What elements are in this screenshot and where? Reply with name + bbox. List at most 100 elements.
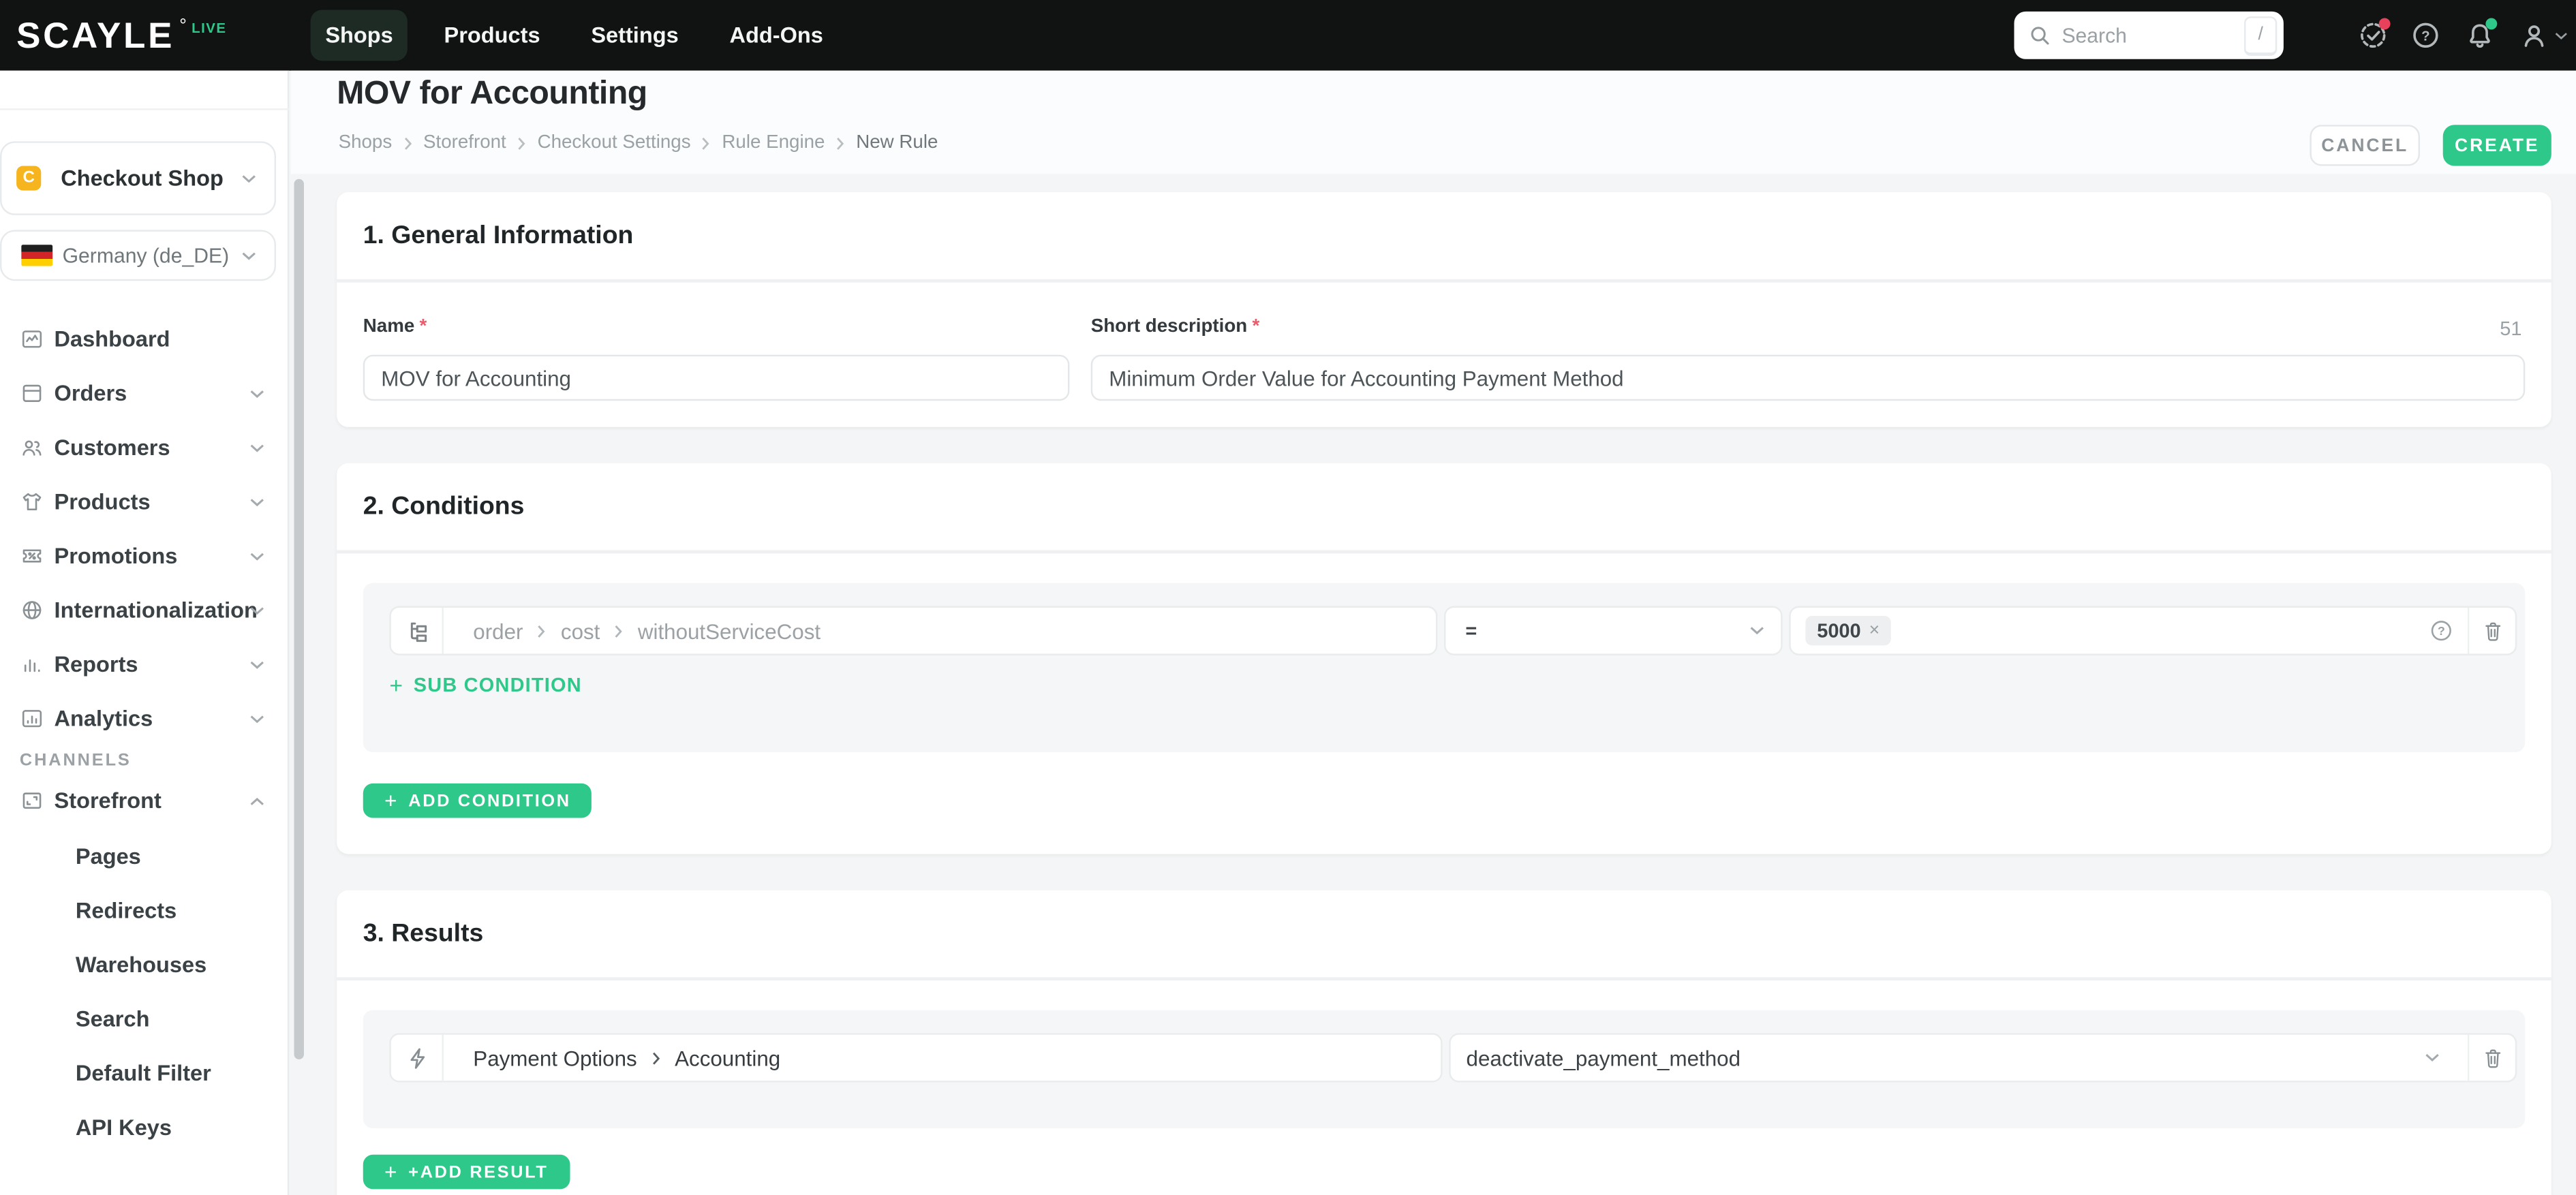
logo-degree-icon: ° [179,15,187,35]
status-tasks-button[interactable] [2359,18,2391,49]
required-asterisk: * [1252,317,1260,337]
chevron-down-icon [250,498,264,506]
tshirt-icon [22,493,42,511]
breadcrumb-checkout-settings[interactable]: Checkout Settings [538,133,691,153]
result-row: Payment Options Accounting deactivate_pa… [389,1033,2517,1083]
short-description-label: Short description * [1090,317,1260,337]
action-value: deactivate_payment_method [1466,1045,1741,1070]
shop-icon: C [16,166,42,191]
sidebar-item-orders[interactable]: Orders [0,367,289,421]
value-chip[interactable]: 5000 × [1805,616,1892,646]
chevron-down-icon [242,174,256,183]
short-description-field[interactable] [1090,354,2526,401]
sidebar-item-warehouses[interactable]: Warehouses [0,938,289,993]
analytics-icon [22,710,42,728]
nav-shops[interactable]: Shops [310,10,408,61]
help-button[interactable]: ? [2412,21,2440,49]
search-input[interactable] [2051,23,2245,47]
nav-addons[interactable]: Add-Ons [715,10,838,61]
shop-name: Checkout Shop [61,166,224,191]
dashboard-icon [22,330,42,348]
results-card: 3. Results Payment Options Accounting de… [337,890,2551,1195]
locale-name: Germany (de_DE) [62,243,230,267]
trash-icon [2485,1049,2500,1068]
breadcrumb-new-rule: New Rule [856,133,938,153]
chevron-down-icon [250,606,264,615]
sidebar-item-analytics[interactable]: Analytics [0,692,289,746]
sidebar-scrollbar[interactable] [294,179,304,1059]
result-path: Payment Options Accounting [473,1045,781,1070]
lightning-icon [391,1034,444,1081]
status-badge [2378,18,2391,30]
breadcrumb-shops[interactable]: Shops [339,133,393,153]
trash-icon [2485,622,2500,641]
condition-group-panel: order cost withoutServiceCost = 5000 × ?… [363,583,2526,753]
svg-text:?: ? [2438,624,2445,638]
chevron-up-icon [250,796,264,805]
sidebar-item-dashboard[interactable]: Dashboard [0,312,289,367]
chevron-right-icon [404,136,412,149]
scayle-logo: SCAYLE ° LIVE [16,0,226,71]
shop-selector[interactable]: C Checkout Shop [0,141,276,215]
app: SCAYLE ° LIVE Shops Products Settings Ad… [0,0,2576,1195]
conditions-card: 2. Conditions order cost withoutServiceC… [337,463,2551,854]
sidebar-item-storefront[interactable]: Storefront [0,773,289,828]
condition-attribute-selector[interactable]: order cost withoutServiceCost [389,606,1438,655]
notifications-badge [2485,18,2498,30]
sidebar-item-pages[interactable]: Pages [0,829,289,884]
sidebar-item-customers[interactable]: Customers [0,420,289,475]
locale-selector[interactable]: Germany (de_DE) [0,230,276,281]
notifications-bell-button[interactable] [2466,18,2498,49]
sidebar-item-internationalization[interactable]: Internationalization [0,583,289,638]
sidebar-item-search[interactable]: Search [0,992,289,1046]
general-information-card: 1. General Information Name* Short descr… [337,192,2551,427]
chevron-down-icon [242,251,256,260]
condition-row: order cost withoutServiceCost = 5000 × ? [389,606,2517,655]
sidebar-divider [0,108,290,110]
condition-value-cell[interactable]: 5000 × ? [1789,606,2517,655]
chevron-right-icon [538,624,546,637]
chevron-down-icon [2555,31,2567,39]
sidebar-item-promotions[interactable]: Promotions [0,529,289,583]
global-search[interactable]: / [2014,11,2284,59]
field-help-icon[interactable]: ? [2429,619,2453,642]
condition-path: order cost withoutServiceCost [473,618,821,643]
result-action-dropdown[interactable]: deactivate_payment_method [1448,1033,2517,1083]
logo-badge: ° LIVE [179,16,226,35]
delete-result-button[interactable] [2467,1034,2515,1081]
sidebar: C Checkout Shop Germany (de_DE) Dashboar… [0,70,290,1195]
cancel-button[interactable]: CANCEL [2310,125,2420,166]
breadcrumb-storefront[interactable]: Storefront [423,133,506,153]
condition-tree-icon [391,607,444,654]
result-target-selector[interactable]: Payment Options Accounting [389,1033,1442,1083]
sidebar-item-redirects[interactable]: Redirects [0,884,289,938]
chevron-down-icon [250,660,264,668]
sidebar-item-api-keys[interactable]: API Keys [0,1100,289,1155]
operator-dropdown[interactable]: = [1444,606,1783,655]
character-counter: 51 [2500,317,2522,341]
breadcrumb: Shops Storefront Checkout Settings Rule … [339,133,938,153]
nav-settings[interactable]: Settings [577,10,694,61]
section-title-conditions: 2. Conditions [337,463,2551,554]
delete-condition-button[interactable] [2467,607,2515,654]
add-result-button[interactable]: + +ADD RESULT [363,1154,570,1190]
nav-products[interactable]: Products [429,10,555,61]
customers-icon [22,440,42,456]
bar-chart-icon [24,659,40,672]
logo-text: SCAYLE [16,14,175,55]
sidebar-item-products[interactable]: Products [0,475,289,529]
create-button[interactable]: CREATE [2442,125,2551,166]
sidebar-item-default-filter[interactable]: Default Filter [0,1046,289,1101]
chip-remove-icon[interactable]: × [1869,621,1880,640]
add-condition-button[interactable]: + ADD CONDITION [363,783,593,818]
name-field[interactable] [363,354,1070,401]
add-sub-condition-link[interactable]: + SUB CONDITION [389,672,582,698]
sidebar-item-reports[interactable]: Reports [0,637,289,692]
required-asterisk: * [419,317,427,337]
breadcrumb-rule-engine[interactable]: Rule Engine [722,133,825,153]
account-menu-button[interactable] [2520,21,2569,49]
svg-text:?: ? [2421,29,2430,44]
channels-section-label: CHANNELS [19,750,132,771]
search-shortcut-key: / [2244,15,2278,55]
chevron-right-icon [518,136,525,149]
